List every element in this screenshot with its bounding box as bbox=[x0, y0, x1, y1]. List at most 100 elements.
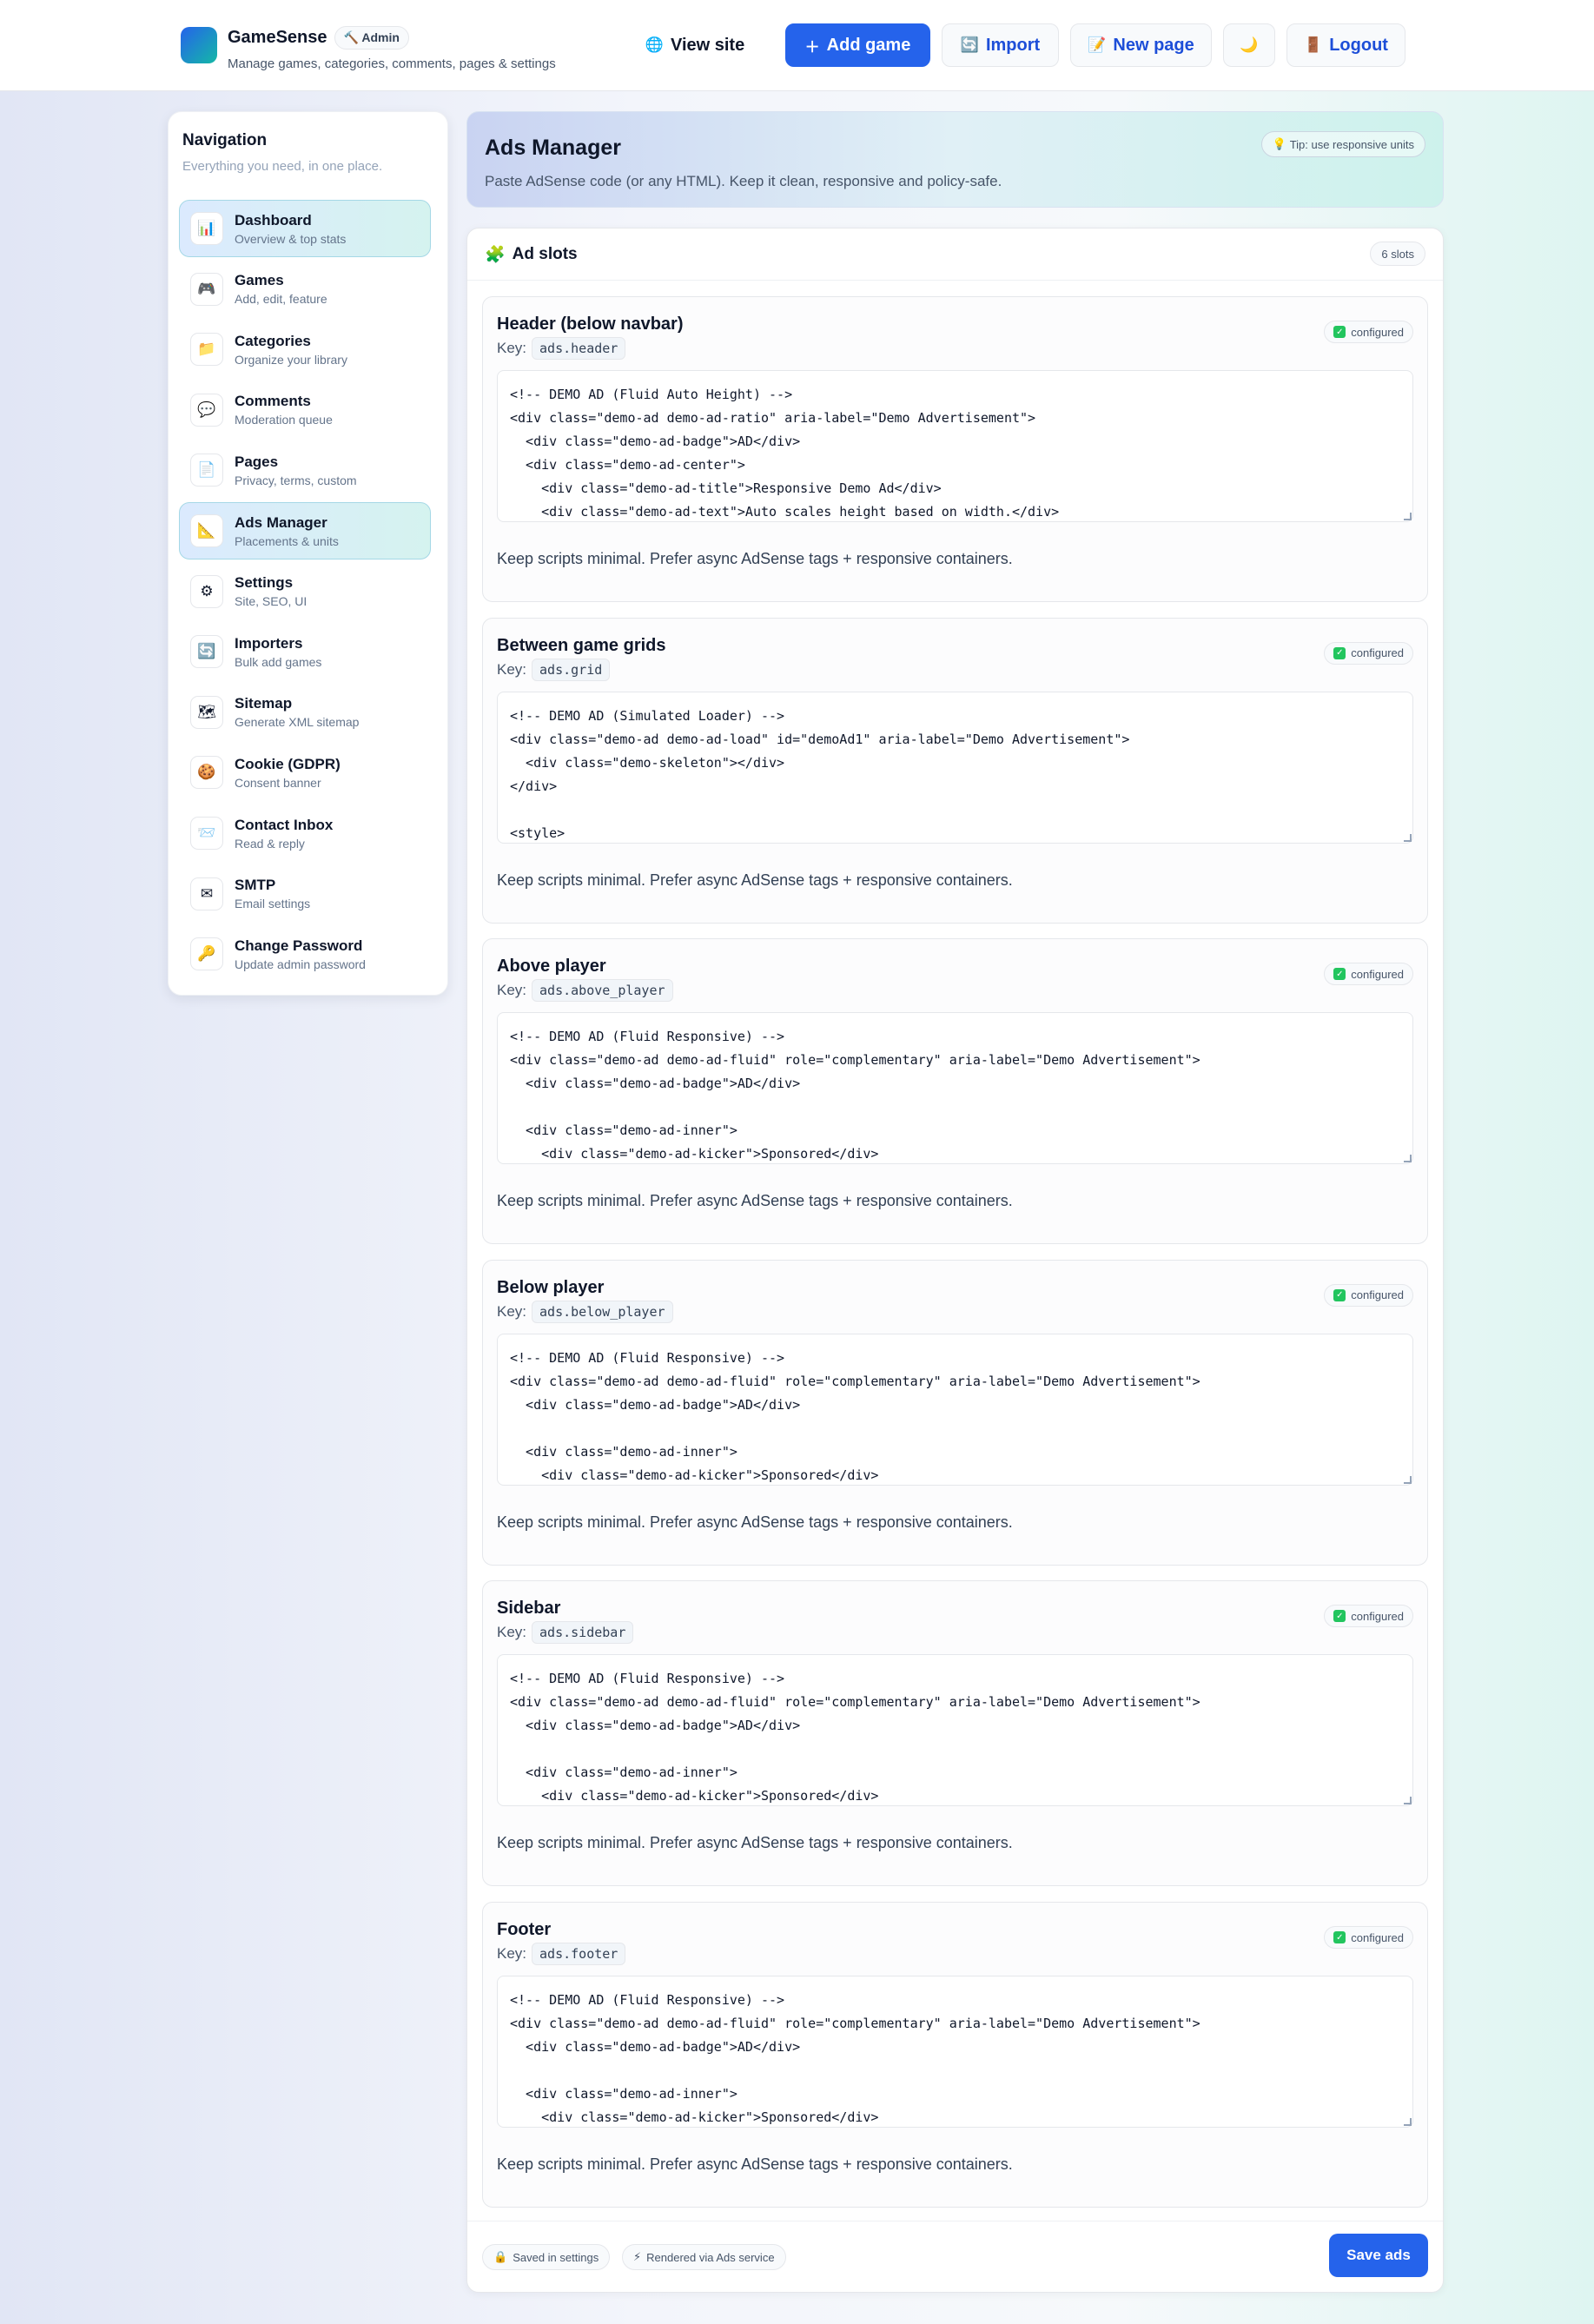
panel-footer: 🔒 Saved in settings ⚡ Rendered via Ads ser… bbox=[467, 2221, 1443, 2292]
sidebar-item-comments[interactable]: 💬 Comments Moderation queue bbox=[179, 381, 431, 439]
logout-button[interactable]: 🚪 Logout bbox=[1286, 23, 1405, 67]
sidebar-item-desc: Consent banner bbox=[235, 775, 321, 790]
slot-hint: Keep scripts minimal. Prefer async AdSen… bbox=[497, 1513, 1013, 1531]
slot-key: Key: ads.above_player bbox=[497, 979, 673, 1003]
new-page-button[interactable]: 📝 New page bbox=[1070, 23, 1212, 67]
ad-code-textarea[interactable]: <!-- DEMO AD (Fluid Responsive) --> <div… bbox=[497, 1654, 1413, 1807]
slot-hint: Keep scripts minimal. Prefer async AdSen… bbox=[497, 871, 1013, 889]
sidebar-item-label: Importers bbox=[235, 634, 303, 652]
slot-hint: Keep scripts minimal. Prefer async AdSen… bbox=[497, 1834, 1013, 1852]
lightbulb-icon: 💡 bbox=[1272, 137, 1286, 150]
puzzle-icon: 🧩 bbox=[485, 246, 506, 264]
save-ads-button[interactable]: Save ads bbox=[1329, 2234, 1428, 2277]
sidebar-item-sitemap[interactable]: 🗺 Sitemap Generate XML sitemap bbox=[179, 684, 431, 741]
ad-slot-card: Header (below navbar) Key: ads.header ✓ conf… bbox=[482, 296, 1428, 602]
sidebar-item-desc: Organize your library bbox=[235, 352, 347, 367]
ad-code-textarea[interactable]: <!-- DEMO AD (Simulated Loader) --> <div… bbox=[497, 691, 1413, 844]
sidebar-item-desc: Privacy, terms, custom bbox=[235, 473, 357, 487]
speech-bubble-icon: 💬 bbox=[190, 393, 223, 427]
page-title: Ads Manager bbox=[485, 136, 621, 160]
slot-title: Between game grids bbox=[497, 635, 666, 655]
ad-code-textarea[interactable]: <!-- DEMO AD (Fluid Responsive) --> <div… bbox=[497, 1976, 1413, 2128]
resize-handle-icon[interactable] bbox=[1404, 1475, 1412, 1484]
sidebar-item-desc: Generate XML sitemap bbox=[235, 715, 360, 730]
refresh-icon: 🔄 bbox=[960, 36, 979, 53]
sidebar-item-desc: Bulk add games bbox=[235, 654, 322, 669]
sidebar-item-desc: Placements & units bbox=[235, 533, 339, 548]
slot-title: Footer bbox=[497, 1920, 552, 1939]
configured-badge: ✓ configured bbox=[1324, 641, 1413, 665]
sidebar-item-cookie-gdpr[interactable]: 🍪 Cookie (GDPR) Consent banner bbox=[179, 744, 431, 801]
sidebar-item-label: Cookie (GDPR) bbox=[235, 755, 341, 772]
panel-header: 🧩 Ad slots 6 slots bbox=[467, 228, 1443, 281]
ad-code-textarea[interactable]: <!-- DEMO AD (Fluid Responsive) --> <div… bbox=[497, 1012, 1413, 1165]
resize-handle-icon[interactable] bbox=[1404, 513, 1412, 520]
slot-key: Key: ads.grid bbox=[497, 658, 611, 681]
sidebar-item-dashboard[interactable]: 📊 Dashboard Overview & top stats bbox=[179, 200, 431, 257]
ad-slot-card: Sidebar Key: ads.sidebar ✓ configured <!-- DE… bbox=[482, 1580, 1428, 1887]
inbox-icon: 📨 bbox=[190, 817, 223, 850]
ad-code-textarea[interactable]: <!-- DEMO AD (Fluid Responsive) --> <div… bbox=[497, 1333, 1413, 1486]
moon-icon: 🌙 bbox=[1240, 36, 1259, 53]
sidebar-item-label: Sitemap bbox=[235, 695, 293, 712]
sidebar-item-categories[interactable]: 📁 Categories Organize your library bbox=[179, 321, 431, 378]
plus-icon: ＋ bbox=[804, 38, 820, 56]
chart-icon: 📊 bbox=[190, 212, 223, 245]
sidebar-item-desc: Read & reply bbox=[235, 836, 305, 851]
sidebar-item-label: SMTP bbox=[235, 877, 276, 894]
refresh-icon: 🔄 bbox=[190, 635, 223, 669]
sidebar-item-change-password[interactable]: 🔑 Change Password Update admin password bbox=[179, 925, 431, 983]
check-icon: ✓ bbox=[1333, 326, 1346, 338]
theme-toggle-button[interactable]: 🌙 bbox=[1223, 23, 1275, 67]
slots-count-badge: 6 slots bbox=[1370, 242, 1425, 266]
saved-in-settings-chip: 🔒 Saved in settings bbox=[482, 2244, 611, 2270]
add-game-button[interactable]: ＋ Add game bbox=[785, 23, 930, 67]
sidebar-item-smtp[interactable]: ✉ SMTP Email settings bbox=[179, 865, 431, 923]
resize-handle-icon[interactable] bbox=[1404, 1797, 1412, 1805]
sidebar-item-games[interactable]: 🎮 Games Add, edit, feature bbox=[179, 261, 431, 318]
slot-key-code: ads.footer bbox=[532, 1943, 626, 1965]
sidebar-item-pages[interactable]: 📄 Pages Privacy, terms, custom bbox=[179, 441, 431, 499]
slot-key-code: ads.above_player bbox=[532, 979, 673, 1003]
rendered-via-ads-chip: ⚡ Rendered via Ads service bbox=[622, 2244, 786, 2270]
view-site-button[interactable]: 🌐 View site bbox=[638, 23, 751, 67]
slot-title: Sidebar bbox=[497, 1599, 561, 1619]
sidebar-item-desc: Add, edit, feature bbox=[235, 292, 327, 307]
cookie-icon: 🍪 bbox=[190, 756, 223, 790]
top-navbar: GameSense 🔨 Admin Manage games, categori… bbox=[0, 0, 1594, 91]
resize-handle-icon[interactable] bbox=[1404, 833, 1412, 842]
sidebar-item-label: Comments bbox=[235, 393, 311, 410]
configured-badge: ✓ configured bbox=[1324, 321, 1413, 343]
slot-key: Key: ads.header bbox=[497, 337, 626, 360]
configured-badge: ✓ configured bbox=[1324, 1283, 1413, 1307]
resize-handle-icon[interactable] bbox=[1404, 2118, 1412, 2126]
page-subtitle: Paste AdSense code (or any HTML). Keep i… bbox=[485, 173, 1002, 189]
gear-icon: ⚙ bbox=[190, 574, 223, 608]
slot-key-code: ads.header bbox=[532, 337, 626, 360]
slot-hint: Keep scripts minimal. Prefer async AdSen… bbox=[497, 1192, 1013, 1210]
import-button[interactable]: 🔄 Import bbox=[942, 23, 1059, 67]
sidebar-item-desc: Overview & top stats bbox=[235, 231, 347, 246]
page-icon: 📄 bbox=[190, 454, 223, 487]
lightning-icon: ⚡ bbox=[633, 2250, 642, 2263]
gamepad-icon: 🎮 bbox=[190, 272, 223, 306]
sidebar-item-ads-manager[interactable]: 📐 Ads Manager Placements & units bbox=[179, 502, 431, 559]
resize-handle-icon[interactable] bbox=[1404, 1155, 1412, 1163]
sidebar-subtitle: Everything you need, in one place. bbox=[182, 159, 383, 174]
sidebar-item-importers[interactable]: 🔄 Importers Bulk add games bbox=[179, 623, 431, 680]
sidebar-item-contact-inbox[interactable]: 📨 Contact Inbox Read & reply bbox=[179, 804, 431, 862]
lock-icon: 🔒 bbox=[493, 2250, 508, 2263]
slot-key-code: ads.sidebar bbox=[532, 1621, 634, 1645]
check-icon: ✓ bbox=[1333, 1288, 1346, 1301]
slot-hint: Keep scripts minimal. Prefer async AdSen… bbox=[497, 550, 1013, 567]
check-icon: ✓ bbox=[1333, 1610, 1346, 1623]
sidebar-title: Navigation bbox=[182, 131, 268, 149]
ad-code-textarea[interactable]: <!-- DEMO AD (Fluid Auto Height) --> <di… bbox=[497, 370, 1413, 522]
map-icon: 🗺 bbox=[190, 695, 223, 729]
sidebar-item-settings[interactable]: ⚙ Settings Site, SEO, UI bbox=[179, 563, 431, 620]
nav-actions: 🌐 View site ＋ Add game 🔄 Import 📝 New page 🌙… bbox=[0, 23, 1594, 69]
ruler-icon: 📐 bbox=[190, 514, 223, 547]
slot-hint: Keep scripts minimal. Prefer async AdSen… bbox=[497, 2155, 1013, 2173]
ad-slot-card: Above player Key: ads.above_player ✓ configu… bbox=[482, 938, 1428, 1245]
memo-icon: 📝 bbox=[1088, 36, 1107, 53]
